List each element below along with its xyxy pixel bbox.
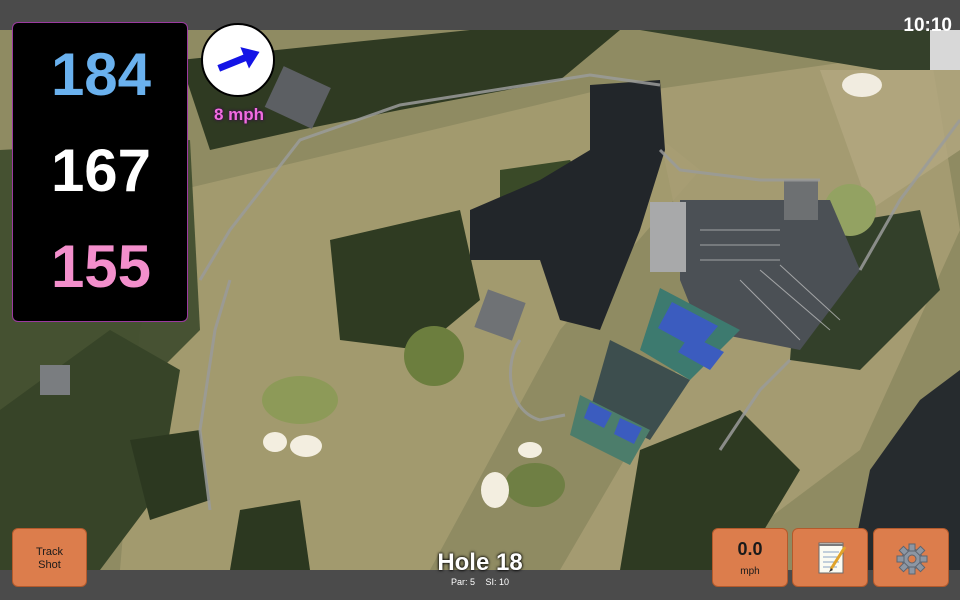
speed-button[interactable]: 0.0 mph	[712, 528, 788, 587]
hole-par: Par: 5	[450, 577, 475, 587]
distance-front: 155	[50, 233, 152, 300]
speed-unit: mph	[740, 566, 760, 577]
track-shot-line2: Shot	[38, 559, 61, 571]
hole-title: Hole 18	[437, 549, 523, 576]
track-shot-line1: Track	[35, 546, 64, 558]
wind-arrow-icon	[217, 47, 260, 72]
hole-stroke-index: SI: 10	[485, 577, 510, 587]
track-shot-button[interactable]: Track Shot	[12, 528, 87, 587]
distance-back: 184	[50, 41, 152, 108]
distance-panel: 184 167 155	[12, 22, 188, 322]
gear-icon	[896, 543, 928, 575]
distance-middle: 167	[50, 137, 152, 204]
speed-value: 0.0	[737, 539, 763, 559]
notepad-icon	[818, 542, 847, 574]
settings-button[interactable]	[873, 528, 949, 587]
clock-time: 10:10	[903, 15, 952, 36]
hole-info: Par: 5 SI: 10	[380, 577, 580, 587]
notes-button[interactable]	[792, 528, 868, 587]
wind-indicator	[201, 23, 275, 97]
wind-speed-label: 8 mph	[213, 105, 265, 124]
